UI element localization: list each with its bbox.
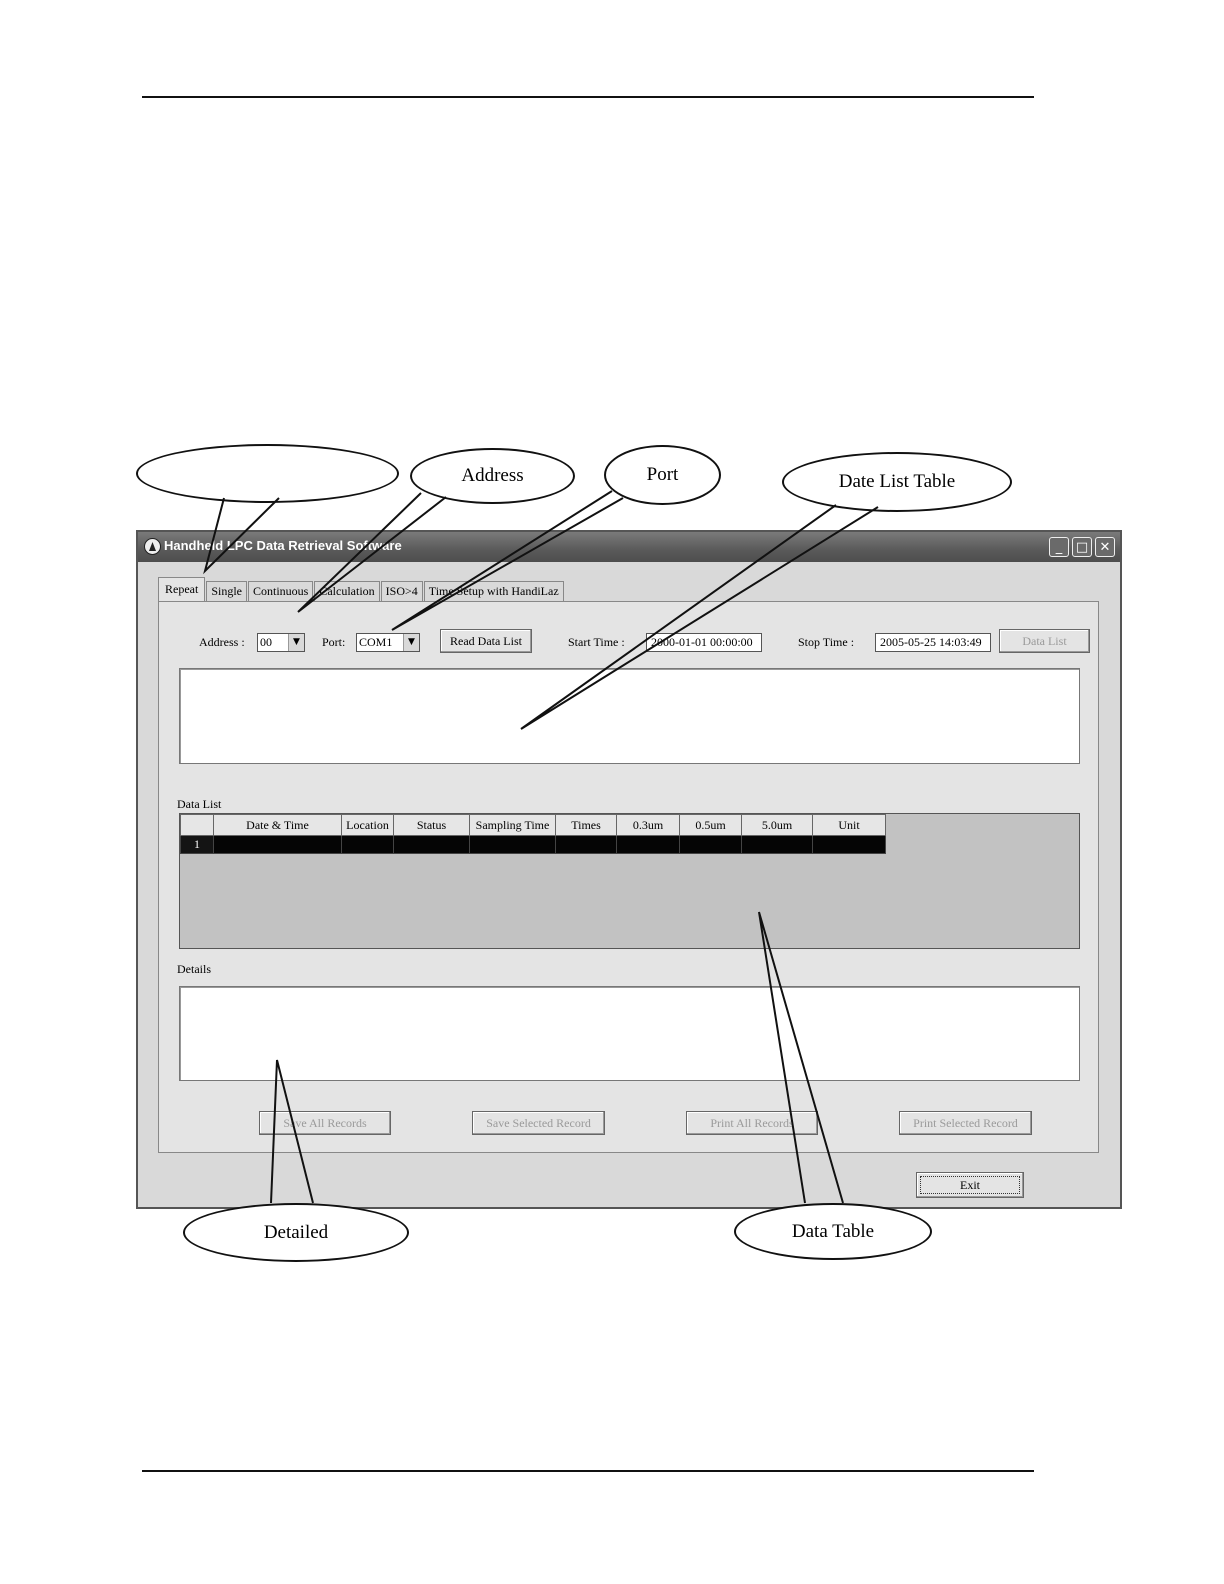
minimize-icon[interactable]: _ xyxy=(1049,537,1069,557)
start-time-label: Start Time : xyxy=(568,635,625,649)
print-all-records-button[interactable]: Print All Records xyxy=(686,1111,818,1135)
data-list-button[interactable]: Data List xyxy=(999,629,1090,653)
stop-time-label: Stop Time : xyxy=(798,635,855,649)
column-header-0-5um[interactable]: 0.5um xyxy=(679,814,742,836)
data-list-label: Data List xyxy=(177,797,222,811)
table-cell[interactable] xyxy=(812,835,886,854)
start-time-field[interactable]: 2000-01-01 00:00:00 xyxy=(646,633,762,652)
print-selected-record-button[interactable]: Print Selected Record xyxy=(899,1111,1032,1135)
details-box[interactable] xyxy=(179,986,1080,1081)
column-header-sampling-time[interactable]: Sampling Time xyxy=(469,814,556,836)
data-table[interactable]: Date & Time Location Status Sampling Tim… xyxy=(179,813,1080,949)
focus-rect xyxy=(920,1176,1020,1194)
callout-port: Port xyxy=(604,445,721,505)
row-header-cell[interactable]: 1 xyxy=(180,835,214,854)
title-bar[interactable]: Handheld LPC Data Retrieval Software _ □… xyxy=(138,532,1120,562)
close-icon[interactable]: ✕ xyxy=(1095,537,1115,557)
table-cell[interactable] xyxy=(555,835,617,854)
callout-tabs xyxy=(136,444,399,503)
address-select[interactable]: 00 ▼ xyxy=(257,633,305,652)
tab-single[interactable]: Single xyxy=(206,581,247,602)
tab-strip: Repeat Single Continuous Calculation ISO… xyxy=(158,577,565,603)
details-label: Details xyxy=(177,962,211,976)
repeat-panel: Address : 00 ▼ Port: COM1 ▼ Read Data Li… xyxy=(158,601,1099,1153)
maximize-icon[interactable]: □ xyxy=(1072,537,1092,557)
table-cell[interactable] xyxy=(741,835,813,854)
callout-date-list-table: Date List Table xyxy=(782,452,1012,512)
tab-continuous[interactable]: Continuous xyxy=(248,581,314,602)
table-cell[interactable] xyxy=(341,835,394,854)
column-header-unit[interactable]: Unit xyxy=(812,814,886,836)
footer-rule xyxy=(142,1470,1034,1472)
chevron-down-icon[interactable]: ▼ xyxy=(288,634,304,651)
column-header-date-time[interactable]: Date & Time xyxy=(213,814,342,836)
tab-calculation[interactable]: Calculation xyxy=(314,581,380,602)
column-header-status[interactable]: Status xyxy=(393,814,470,836)
chevron-down-icon[interactable]: ▼ xyxy=(403,634,419,651)
save-all-records-button[interactable]: Save All Records xyxy=(259,1111,391,1135)
callout-detailed: Detailed xyxy=(183,1203,409,1262)
exit-button[interactable]: Exit xyxy=(916,1172,1024,1198)
tab-time-setup[interactable]: Time Setup with HandiLaz xyxy=(423,581,564,602)
port-label: Port: xyxy=(322,635,346,649)
header-rule xyxy=(142,96,1034,98)
date-list-table[interactable] xyxy=(179,668,1080,764)
column-header-5-0um[interactable]: 5.0um xyxy=(741,814,813,836)
corner-header-cell xyxy=(180,814,214,836)
column-header-0-3um[interactable]: 0.3um xyxy=(616,814,680,836)
port-value: COM1 xyxy=(359,635,393,649)
callout-data-table: Data Table xyxy=(734,1203,932,1260)
table-cell[interactable] xyxy=(616,835,680,854)
table-cell[interactable] xyxy=(469,835,556,854)
read-data-list-button[interactable]: Read Data List xyxy=(440,629,532,653)
row-number: 1 xyxy=(194,837,200,851)
window-title: Handheld LPC Data Retrieval Software xyxy=(164,538,402,553)
address-label: Address : xyxy=(199,635,245,649)
table-row[interactable]: 1 xyxy=(180,835,886,854)
table-cell[interactable] xyxy=(393,835,470,854)
save-selected-record-button[interactable]: Save Selected Record xyxy=(472,1111,605,1135)
column-header-location[interactable]: Location xyxy=(341,814,394,836)
column-header-times[interactable]: Times xyxy=(555,814,617,836)
data-table-grid: Date & Time Location Status Sampling Tim… xyxy=(180,814,886,854)
tab-repeat[interactable]: Repeat xyxy=(158,577,206,603)
callout-address: Address xyxy=(410,448,575,504)
port-select[interactable]: COM1 ▼ xyxy=(356,633,420,652)
stop-time-field[interactable]: 2005-05-25 14:03:49 xyxy=(875,633,991,652)
tab-iso4[interactable]: ISO>4 xyxy=(380,581,423,602)
table-cell[interactable] xyxy=(679,835,742,854)
address-value: 00 xyxy=(260,635,272,649)
table-header-row: Date & Time Location Status Sampling Tim… xyxy=(180,814,886,836)
app-icon xyxy=(144,538,161,555)
table-cell[interactable] xyxy=(213,835,342,854)
app-window: Handheld LPC Data Retrieval Software _ □… xyxy=(136,530,1122,1209)
